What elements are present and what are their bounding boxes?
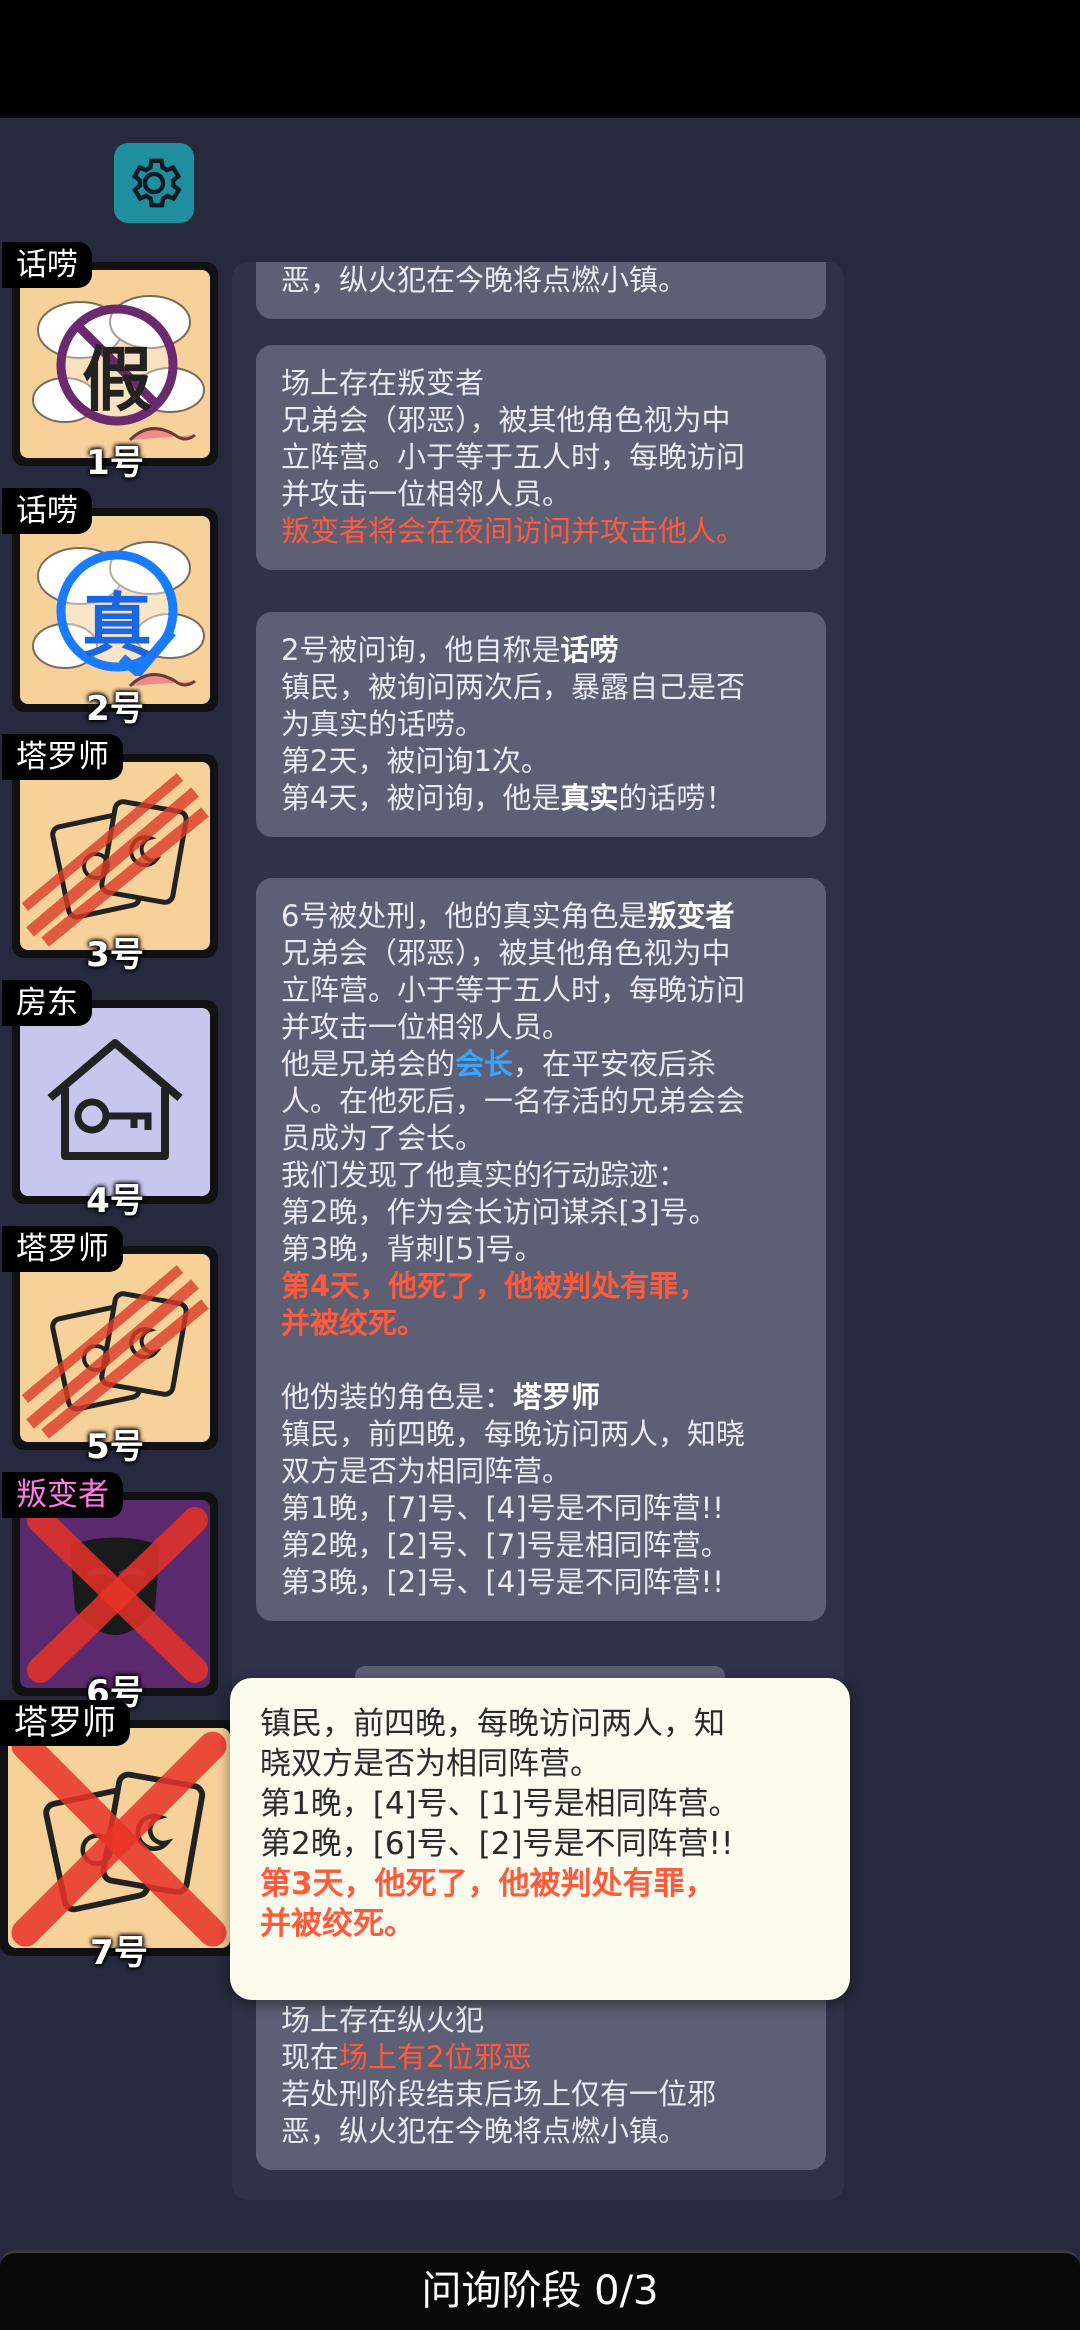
role-art [20,1500,210,1688]
log-message: 6号被处刑，他的真实角色是叛变者 兄弟会（邪恶），被其他角色视为中 立阵营。小于… [256,878,826,1621]
player-card-2[interactable]: 真 话唠 2号 [2,488,218,729]
player-card-1[interactable]: 假 话唠 1号 [2,242,218,483]
log-message: 场上存在纵火犯 现在场上有2位邪恶 若处刑阶段结束后场上仅有一位邪 恶，纵火犯在… [256,1982,826,2170]
role-label: 话唠 [2,242,92,288]
role-label: 塔罗师 [2,734,123,780]
tarot-cards-icon [21,1265,209,1439]
player-number: 7号 [90,1933,148,1973]
role-art [8,1728,230,1948]
log-message: 场上存在叛变者 兄弟会（邪恶），被其他角色视为中 立阵营。小于等于五人时，每晚访… [256,345,826,570]
player-number: 2号 [86,689,144,729]
player-card-7[interactable]: 塔罗师 7号 [0,1700,238,1973]
player-number: 3号 [86,935,144,975]
player-card-3[interactable]: 塔罗师 3号 [2,734,218,975]
true-stamp: 真 [52,546,182,680]
top-status-bar [0,0,1080,118]
mask-icon [27,1507,208,1683]
role-info-tooltip: 镇民，前四晚，每晚访问两人，知 晓双方是否为相同阵营。 第1晚，[4]号、[1]… [230,1678,850,2000]
player-number: 4号 [86,1181,144,1221]
tarot-cards-icon [21,773,209,947]
settings-button[interactable] [114,143,194,223]
player-number: 1号 [86,443,144,483]
role-label: 塔罗师 [2,1226,123,1272]
log-message: 恶，纵火犯在今晚将点燃小镇。 [256,262,826,319]
house-key-icon [47,1039,183,1160]
tarot-cards-icon [11,1731,227,1947]
phase-label: 问询阶段 0/3 [421,2268,659,2314]
player-number: 5号 [86,1427,144,1467]
gear-icon [131,158,182,208]
role-label: 房东 [2,980,92,1026]
log-message: 2号被问询，他自称是话唠 镇民，被询问两次后，暴露自己是否 为真实的话唠。 第2… [256,612,826,837]
role-label: 话唠 [2,488,92,534]
phase-bar[interactable]: 问询阶段 0/3 [0,2250,1080,2330]
role-label: 塔罗师 [0,1700,130,1746]
role-art [20,1008,210,1196]
role-art [20,1254,210,1442]
role-art [20,762,210,950]
fake-stamp: 假 [52,300,182,430]
player-card-4[interactable]: 房东 4号 [2,980,218,1221]
player-card-6[interactable]: 叛变者 6号 [2,1472,218,1713]
role-label: 叛变者 [2,1472,123,1518]
player-card-5[interactable]: 塔罗师 5号 [2,1226,218,1467]
